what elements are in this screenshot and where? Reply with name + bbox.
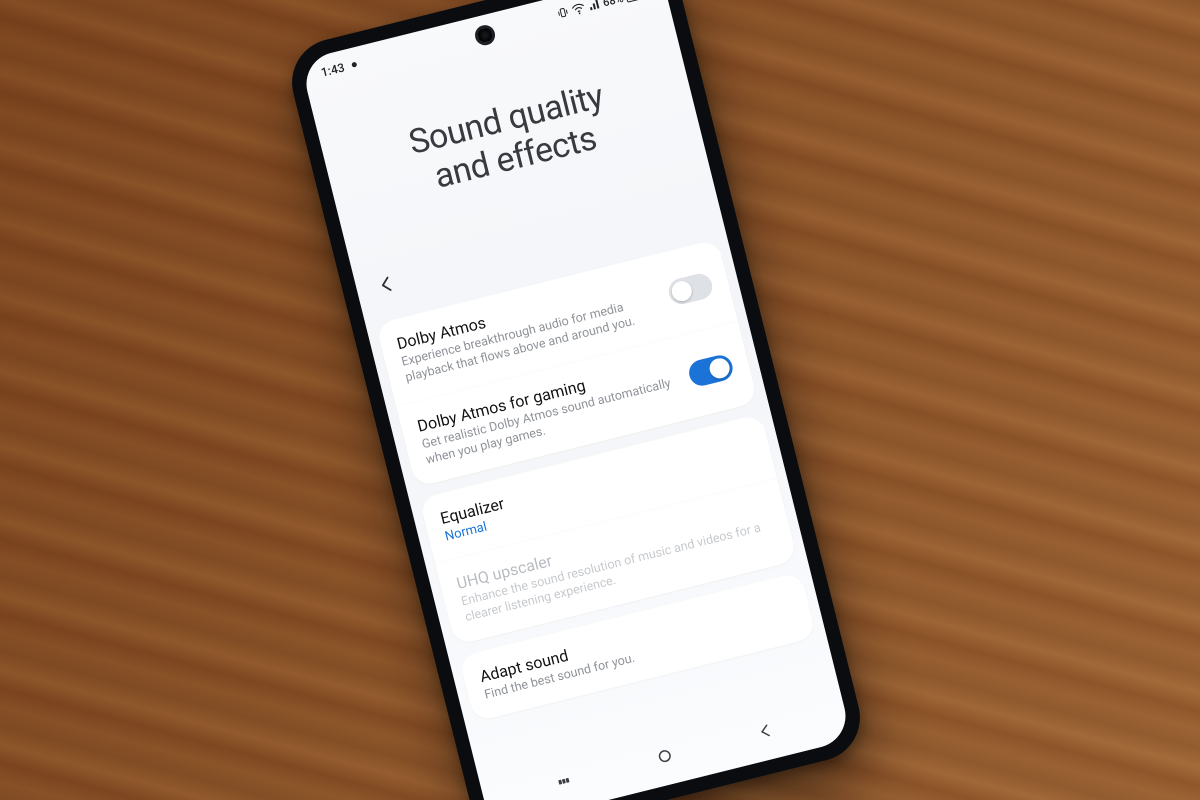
recents-icon [553,770,575,792]
phone-screen: 1:43 68% So [300,0,853,800]
nav-home-button[interactable] [641,732,689,780]
phone-wrapper: 1:43 68% So [283,0,869,800]
back-nav-icon [755,720,777,742]
dolby-atmos-toggle[interactable] [666,271,715,307]
settings-list: Dolby Atmos Experience breakthrough audi… [365,231,828,730]
dolby-atmos-gaming-toggle[interactable] [686,353,735,389]
wooden-surface: 1:43 68% So [0,0,1200,800]
home-icon [654,745,676,767]
wifi-icon [571,1,587,16]
battery-pct: 68% [601,0,624,9]
chevron-left-icon [373,271,400,298]
phone-case: 1:43 68% So [283,0,869,800]
vibrate-icon [556,5,571,20]
notification-icon [347,57,362,72]
signal-icon [587,0,602,12]
back-button[interactable] [365,263,409,307]
page-title: Sound quality and effects [340,61,681,217]
status-time: 1:43 [320,60,346,79]
nav-recents-button[interactable] [540,757,588,800]
nav-back-button[interactable] [741,707,789,755]
